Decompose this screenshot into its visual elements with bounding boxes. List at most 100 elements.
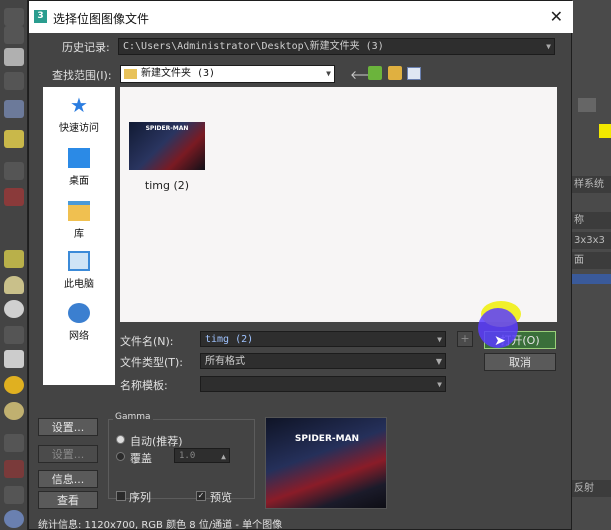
app-left-toolbar bbox=[0, 0, 28, 530]
filename-value: timg (2) bbox=[205, 334, 254, 345]
preview-label: 预览 bbox=[210, 491, 232, 504]
panel-row-3: 3x3x3 bbox=[572, 232, 611, 249]
library-icon bbox=[68, 201, 90, 221]
settings-icon[interactable] bbox=[4, 510, 24, 528]
gamma-override-radio[interactable] bbox=[116, 452, 125, 461]
chevron-down-icon: ▼ bbox=[437, 335, 442, 344]
image-icon[interactable] bbox=[4, 48, 24, 66]
gamma-title: Gamma bbox=[113, 412, 153, 422]
file-list[interactable]: SPIDER-MAN timg (2) bbox=[120, 87, 557, 322]
lookin-label: 查找范围(I): bbox=[52, 69, 112, 82]
place-network[interactable]: 网络 bbox=[43, 299, 115, 351]
preview-image: SPIDER-MAN bbox=[265, 417, 387, 509]
gamma-auto-radio[interactable] bbox=[116, 435, 125, 444]
setup2-button[interactable]: 设置... bbox=[38, 445, 98, 463]
cone-icon[interactable] bbox=[4, 350, 24, 368]
view-menu-icon[interactable] bbox=[407, 67, 421, 80]
folder-icon bbox=[124, 69, 137, 79]
panel-row-4: 面 bbox=[572, 252, 611, 269]
plane-icon[interactable] bbox=[4, 250, 24, 268]
plus-button[interactable]: + bbox=[457, 331, 473, 347]
dome-icon[interactable] bbox=[4, 276, 24, 294]
file-thumbnail[interactable]: SPIDER-MAN bbox=[129, 122, 205, 170]
chevron-down-icon: ▼ bbox=[546, 42, 551, 51]
gamma-override-label: 覆盖 bbox=[130, 452, 152, 465]
chevron-down-icon: ▼ bbox=[435, 357, 442, 366]
sun-icon[interactable] bbox=[4, 376, 24, 394]
preview-text: SPIDER-MAN bbox=[294, 434, 360, 444]
filetype-value: 所有格式 bbox=[205, 356, 245, 367]
sequence-label: 序列 bbox=[129, 491, 151, 504]
place-label: 快速访问 bbox=[59, 123, 99, 134]
cancel-button[interactable]: 取消 bbox=[484, 353, 556, 371]
star-icon: ★ bbox=[70, 93, 88, 117]
particles-icon[interactable] bbox=[4, 460, 24, 478]
color-swatch-yellow[interactable] bbox=[599, 124, 611, 138]
film-icon[interactable] bbox=[4, 100, 24, 118]
desktop-icon bbox=[68, 148, 90, 168]
grid-icon[interactable] bbox=[4, 72, 24, 90]
filetype-dropdown[interactable]: 所有格式 ▼ bbox=[200, 353, 446, 369]
gamma-value: 1.0 bbox=[179, 451, 196, 461]
thumb-text: SPIDER-MAN bbox=[145, 125, 189, 132]
lookin-dropdown[interactable]: 新建文件夹 (3) ▼ bbox=[120, 65, 335, 83]
view-button[interactable]: 查看 bbox=[38, 491, 98, 509]
stats-text: 统计信息: 1120x700, RGB 颜色 8 位/通道 - 单个图像 bbox=[38, 520, 283, 530]
app-logo-icon: 3 bbox=[34, 10, 47, 23]
network-icon bbox=[68, 303, 90, 323]
spinner-icon: ▲ bbox=[221, 452, 226, 461]
gamma-value-input[interactable]: 1.0 ▲ bbox=[174, 448, 230, 463]
filetype-label: 文件类型(T): bbox=[120, 356, 184, 369]
file-dialog: 3 选择位图图像文件 ✕ 历史记录: C:\Users\Administrato… bbox=[28, 0, 573, 530]
envelope-icon[interactable] bbox=[4, 486, 24, 504]
title-bar[interactable]: 3 选择位图图像文件 ✕ bbox=[29, 1, 573, 33]
place-this-pc[interactable]: 此电脑 bbox=[43, 247, 115, 299]
panel-row-2: 称 bbox=[572, 212, 611, 229]
sphere-icon[interactable] bbox=[4, 300, 24, 318]
up-folder-icon[interactable] bbox=[368, 66, 382, 80]
filename-input[interactable]: timg (2) ▼ bbox=[200, 331, 446, 347]
computer-icon bbox=[68, 251, 90, 271]
place-label: 桌面 bbox=[69, 176, 89, 187]
place-label: 库 bbox=[74, 229, 84, 240]
place-quick-access[interactable]: ★ 快速访问 bbox=[43, 91, 115, 143]
dots-icon[interactable] bbox=[4, 434, 24, 452]
spiderman-preview bbox=[266, 418, 386, 508]
place-desktop[interactable]: 桌面 bbox=[43, 144, 115, 196]
preview-checkbox[interactable]: ✓ bbox=[196, 491, 206, 501]
template-dropdown[interactable]: ▼ bbox=[200, 376, 446, 392]
camera-icon[interactable] bbox=[4, 162, 24, 180]
light-icon[interactable] bbox=[4, 130, 24, 148]
mouse-pointer-icon: ➤ bbox=[494, 333, 506, 349]
panel-swatch[interactable] bbox=[578, 98, 596, 112]
disc-icon[interactable] bbox=[4, 402, 24, 420]
app-right-panel: 样系统 称 3x3x3 面 反射 bbox=[572, 0, 611, 530]
place-label: 网络 bbox=[69, 331, 89, 342]
place-library[interactable]: 库 bbox=[43, 197, 115, 249]
template-label: 名称模板: bbox=[120, 379, 168, 392]
info-button[interactable]: 信息... bbox=[38, 470, 98, 488]
panel-selected-bar bbox=[572, 274, 611, 284]
gamma-auto-label: 自动(推荐) bbox=[130, 435, 183, 448]
history-label: 历史记录: bbox=[62, 41, 110, 54]
dialog-title: 选择位图图像文件 bbox=[53, 12, 150, 26]
chevron-down-icon: ▼ bbox=[437, 380, 442, 389]
lookin-value: 新建文件夹 (3) bbox=[141, 68, 216, 79]
record-icon[interactable] bbox=[4, 188, 24, 206]
setup-button[interactable]: 设置... bbox=[38, 418, 98, 436]
chevron-down-icon: ▼ bbox=[326, 69, 331, 78]
cloud-icon[interactable] bbox=[4, 26, 24, 44]
close-icon[interactable]: ✕ bbox=[550, 7, 563, 26]
bowl-icon[interactable] bbox=[4, 326, 24, 344]
history-value: C:\Users\Administrator\Desktop\新建文件夹 (3) bbox=[123, 41, 384, 52]
panel-row-1: 样系统 bbox=[572, 176, 611, 193]
filename-label: 文件名(N): bbox=[120, 335, 174, 348]
place-label: 此电脑 bbox=[64, 279, 94, 290]
sequence-checkbox[interactable] bbox=[116, 491, 126, 501]
file-name[interactable]: timg (2) bbox=[129, 179, 205, 192]
history-dropdown[interactable]: C:\Users\Administrator\Desktop\新建文件夹 (3)… bbox=[118, 38, 555, 55]
panel-row-5: 反射 bbox=[572, 480, 611, 497]
gear-icon[interactable] bbox=[4, 8, 24, 26]
new-folder-icon[interactable] bbox=[388, 66, 402, 80]
places-sidebar: ★ 快速访问 桌面 库 此电脑 网络 bbox=[43, 87, 115, 385]
